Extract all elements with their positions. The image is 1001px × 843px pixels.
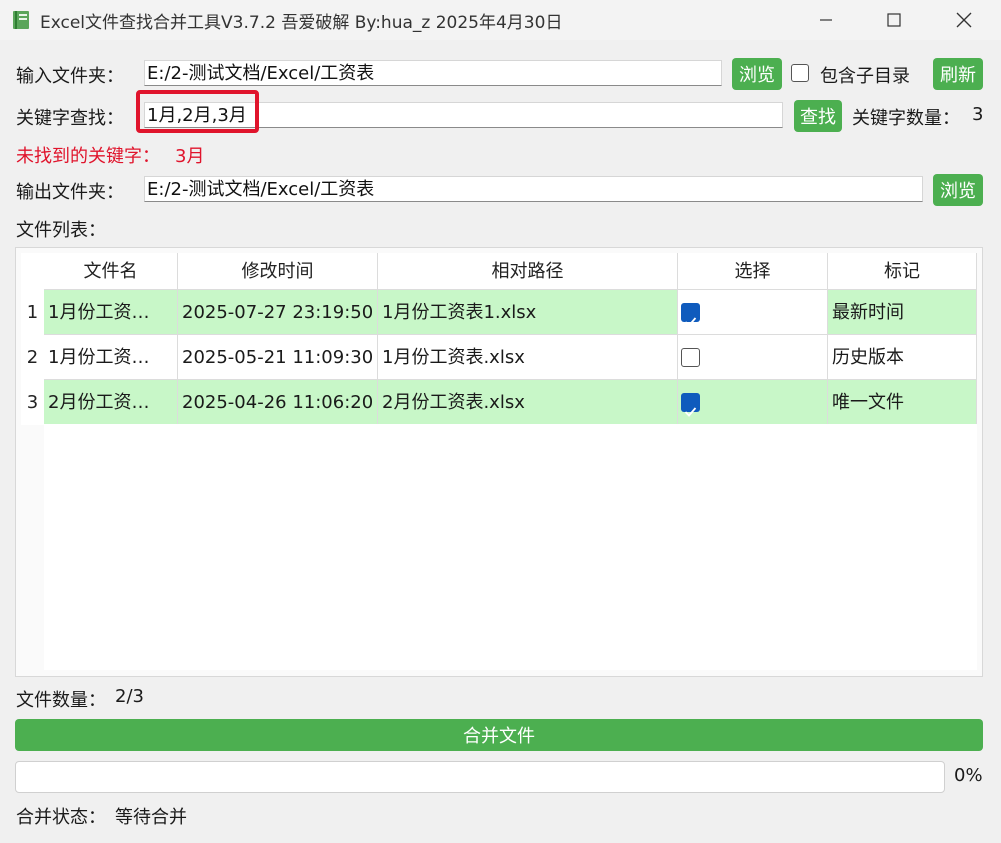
row-filename[interactable]: 1月份工资… [44,290,178,335]
row-index: 3 [21,380,44,425]
keyword-highlight-annotation [136,90,259,133]
row-relative-path[interactable]: 2月份工资表.xlsx [378,380,678,425]
row-index: 2 [21,335,44,380]
merge-files-button[interactable]: 合并文件 [15,719,983,751]
header-filename[interactable]: 文件名 [44,253,178,290]
input-folder-field[interactable]: E:/2-测试文档/Excel/工资表 [144,60,722,86]
not-found-label: 未找到的关键字： [16,146,160,167]
minimize-icon [820,19,832,21]
row-modified-time[interactable]: 2025-07-27 23:19:50 [178,290,378,335]
output-folder-label: 输出文件夹： [16,182,124,203]
row-modified-time[interactable]: 2025-04-26 11:06:20 [178,380,378,425]
row-select-cell[interactable] [678,290,828,335]
header-mark[interactable]: 标记 [828,253,977,290]
close-button[interactable] [941,0,987,40]
file-count-label: 文件数量： [16,690,106,711]
refresh-button[interactable]: 刷新 [933,58,983,90]
maximize-button[interactable] [871,0,917,40]
row-filename[interactable]: 1月份工资… [44,335,178,380]
row-modified-time[interactable]: 2025-05-21 11:09:30 [178,335,378,380]
maximize-icon [887,13,901,27]
keyword-count-label: 关键字数量： [852,108,960,129]
row-select-cell[interactable] [678,335,828,380]
table-row[interactable]: 3 2月份工资… 2025-04-26 11:06:20 2月份工资表.xlsx… [21,380,977,425]
row-select-checkbox[interactable] [681,393,700,417]
row-filename[interactable]: 2月份工资… [44,380,178,425]
file-count-value: 2/3 [115,686,144,707]
merge-progress-bar [15,761,945,793]
row-mark[interactable]: 历史版本 [828,335,977,380]
checkmark-icon [684,407,697,417]
row-index: 1 [21,290,44,335]
window-title: Excel文件查找合并工具V3.7.2 吾爱破解 By:hua_z 2025年4… [40,13,563,33]
include-subdirs-checkbox[interactable] [791,64,809,82]
merge-status-label: 合并状态： [16,807,106,828]
header-select[interactable]: 选择 [678,253,828,290]
row-select-cell[interactable] [678,380,828,425]
row-mark[interactable]: 唯一文件 [828,380,977,425]
search-button[interactable]: 查找 [794,100,842,132]
close-icon [956,12,972,28]
table-row[interactable]: 2 1月份工资… 2025-05-21 11:09:30 1月份工资表.xlsx… [21,335,977,380]
checkmark-icon [684,317,697,327]
output-browse-button[interactable]: 浏览 [933,174,983,206]
header-relative-path[interactable]: 相对路径 [378,253,678,290]
row-relative-path[interactable]: 1月份工资表.xlsx [378,335,678,380]
row-select-checkbox[interactable] [681,348,700,367]
keyword-count-value: 3 [972,104,984,125]
keyword-label: 关键字查找： [16,108,124,129]
row-mark[interactable]: 最新时间 [828,290,977,335]
include-subdirs-label: 包含子目录 [820,66,910,87]
not-found-value: 3月 [175,146,205,167]
progress-percent: 0% [954,765,983,786]
table-empty-area [44,424,977,670]
file-list-label: 文件列表： [16,220,106,241]
input-browse-button[interactable]: 浏览 [732,58,782,90]
file-table: 文件名 修改时间 相对路径 选择 标记 1 1月份工资… 2025-07-27 … [15,247,983,677]
table-row[interactable]: 1 1月份工资… 2025-07-27 23:19:50 1月份工资表1.xls… [21,290,977,335]
header-corner [21,253,44,290]
row-select-checkbox[interactable] [681,303,700,327]
table-header: 文件名 修改时间 相对路径 选择 标记 [21,253,977,290]
input-folder-label: 输入文件夹： [16,66,124,87]
minimize-button[interactable] [803,0,849,40]
excel-book-icon [12,10,30,30]
row-relative-path[interactable]: 1月份工资表1.xlsx [378,290,678,335]
output-folder-field[interactable]: E:/2-测试文档/Excel/工资表 [144,176,923,202]
app-window: Excel文件查找合并工具V3.7.2 吾爱破解 By:hua_z 2025年4… [0,0,1001,843]
merge-status-value: 等待合并 [115,807,187,828]
title-bar: Excel文件查找合并工具V3.7.2 吾爱破解 By:hua_z 2025年4… [0,0,1001,40]
header-modified-time[interactable]: 修改时间 [178,253,378,290]
